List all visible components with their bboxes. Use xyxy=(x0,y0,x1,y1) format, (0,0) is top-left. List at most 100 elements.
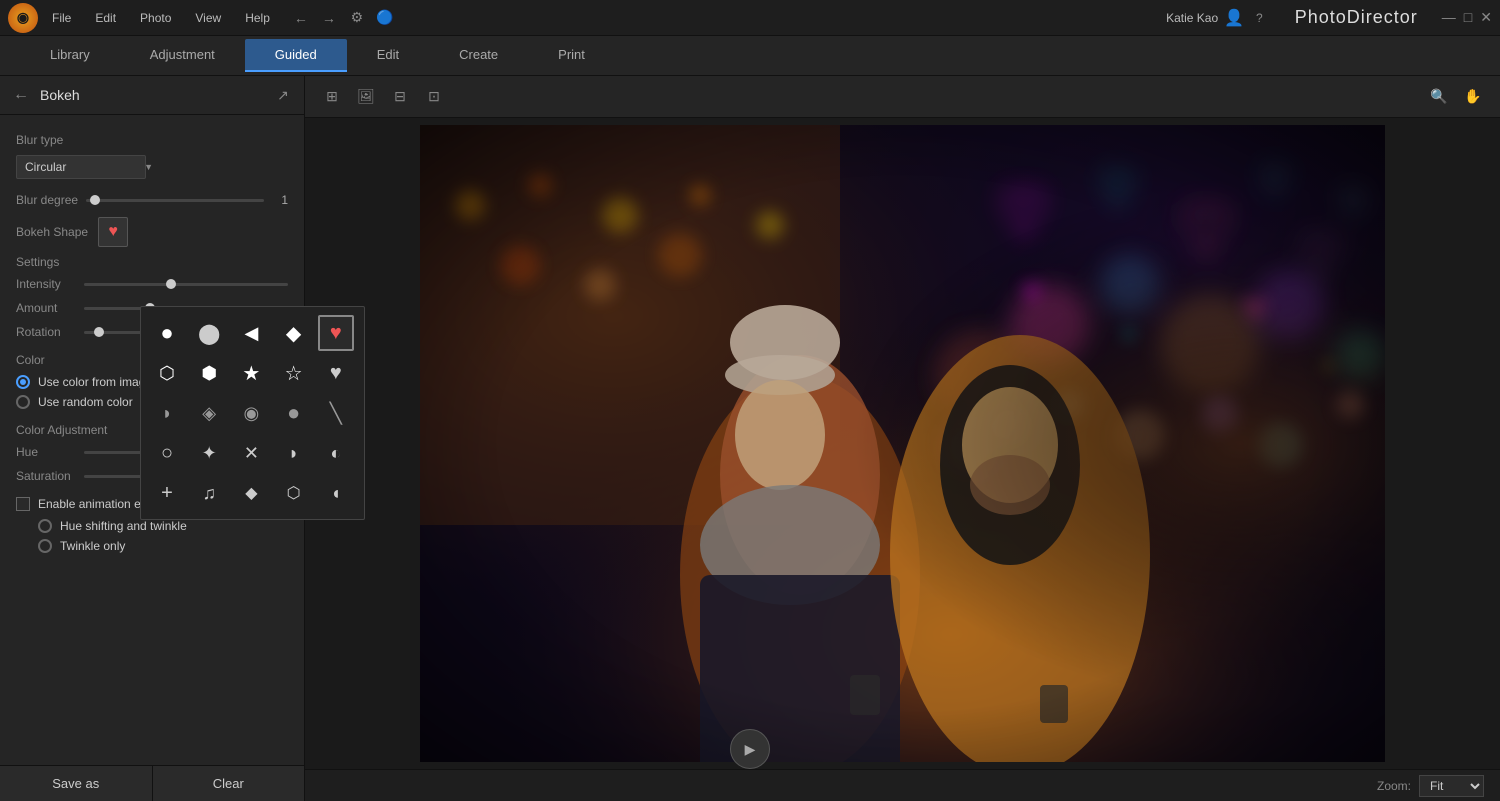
shape-music[interactable]: ♫ xyxy=(191,475,227,511)
menu-file[interactable]: File xyxy=(48,9,75,27)
menu-help[interactable]: Help xyxy=(241,9,274,27)
minimize-button[interactable]: — xyxy=(1442,9,1456,26)
shape-star-filled[interactable]: ★ xyxy=(233,355,269,391)
tab-library[interactable]: Library xyxy=(20,39,120,72)
back-button[interactable]: ← xyxy=(10,84,32,106)
photo-canvas: ♥ ♥ ♥ ♥ ♥ ♥ xyxy=(420,125,1385,762)
use-color-from-image-radio[interactable] xyxy=(16,375,30,389)
intensity-thumb[interactable] xyxy=(166,279,176,289)
app-logo: ◉ xyxy=(8,3,38,33)
bokeh-shape-button[interactable]: ♥ xyxy=(98,217,128,247)
bokeh-svg: ♥ ♥ ♥ ♥ ♥ ♥ xyxy=(420,125,1385,762)
shape-slash[interactable]: ╲ xyxy=(318,395,354,431)
shape-cross[interactable]: ✕ xyxy=(233,435,269,471)
shape-crescent-sm[interactable]: ◖ xyxy=(318,475,354,511)
menu-edit[interactable]: Edit xyxy=(91,9,120,27)
shape-hexagon-outline[interactable]: ⬡ xyxy=(149,355,185,391)
rotation-thumb[interactable] xyxy=(94,327,104,337)
shape-hexagon-sm[interactable]: ⬡ xyxy=(276,475,312,511)
shape-circle-filled[interactable]: ● xyxy=(149,315,185,351)
tab-guided[interactable]: Guided xyxy=(245,39,347,72)
use-random-color-label: Use random color xyxy=(38,395,133,409)
shape-ball-gray[interactable]: ● xyxy=(276,395,312,431)
menu-bar: File Edit Photo View Help xyxy=(48,9,274,27)
settings-icon[interactable]: ⚙ xyxy=(346,7,368,29)
blur-type-select[interactable]: Circular Linear Radial xyxy=(16,155,146,179)
search-tool[interactable]: 🔍 xyxy=(1424,82,1454,112)
save-as-button[interactable]: Save as xyxy=(0,766,153,801)
navbar: Library Adjustment Guided Edit Create Pr… xyxy=(0,36,1500,76)
shape-crescent[interactable]: ◐ xyxy=(318,435,354,471)
bokeh-shape-popup: ● ⬤ ◀ ◆ ♥ ⬡ ⬢ ★ ☆ ♥ ◗ ◈ ◉ ● ╲ ○ ✦ ✕ xyxy=(140,306,365,520)
shape-sparkle[interactable]: ✦ xyxy=(191,435,227,471)
blur-degree-slider[interactable] xyxy=(86,199,264,202)
shape-circle-large[interactable]: ⬤ xyxy=(191,315,227,351)
tab-adjustment[interactable]: Adjustment xyxy=(120,39,245,72)
shape-triangle[interactable]: ◀ xyxy=(233,315,269,351)
image-view-tool[interactable]: 🖼 xyxy=(351,82,381,112)
titlebar-right: Katie Kao 👤 ? PhotoDirector — □ ✕ xyxy=(1166,7,1492,28)
grid-view-tool[interactable]: ⊟ xyxy=(385,82,415,112)
menu-photo[interactable]: Photo xyxy=(136,9,175,27)
shape-hexagon-filled[interactable]: ⬢ xyxy=(191,355,227,391)
main-layout: ← Bokeh ↗ Blur type Circular Linear Radi… xyxy=(0,76,1500,801)
amount-label: Amount xyxy=(16,301,76,315)
blur-degree-thumb[interactable] xyxy=(90,195,100,205)
redo-button[interactable]: → xyxy=(318,7,340,29)
shape-star-outline[interactable]: ☆ xyxy=(276,355,312,391)
twinkle-radio[interactable] xyxy=(38,539,52,553)
shape-half-circle-gray[interactable]: ◗ xyxy=(149,395,185,431)
use-color-from-image-label: Use color from image xyxy=(38,375,152,389)
hue-shifting-row: Hue shifting and twinkle xyxy=(38,519,288,533)
user-info: Katie Kao 👤 xyxy=(1166,8,1244,28)
titlebar: ◉ File Edit Photo View Help ← → ⚙ 🔵 Kati… xyxy=(0,0,1500,36)
animation-checkbox[interactable] xyxy=(16,497,30,511)
user-name: Katie Kao xyxy=(1166,11,1218,25)
saturation-label: Saturation xyxy=(16,469,76,483)
hand-tool[interactable]: ✋ xyxy=(1458,82,1488,112)
undo-button[interactable]: ← xyxy=(290,7,312,29)
compare-view-tool[interactable]: ⊡ xyxy=(419,82,449,112)
hue-label: Hue xyxy=(16,445,76,459)
content-area: ⊞ 🖼 ⊟ ⊡ 🔍 ✋ xyxy=(305,76,1500,801)
bokeh-shape-label: Bokeh Shape xyxy=(16,225,88,239)
notification-icon[interactable]: 🔵 xyxy=(374,7,396,29)
clear-button[interactable]: Clear xyxy=(153,766,305,801)
shape-heart-selected[interactable]: ♥ xyxy=(318,315,354,351)
shape-diamond-small[interactable]: ◆ xyxy=(233,475,269,511)
shape-circle-dot-gray[interactable]: ◉ xyxy=(233,395,269,431)
hue-shifting-label: Hue shifting and twinkle xyxy=(60,519,187,533)
shape-heart-filled[interactable]: ♥ xyxy=(318,355,354,391)
settings-label: Settings xyxy=(16,255,288,269)
zoom-label: Zoom: xyxy=(1377,779,1411,793)
maximize-button[interactable]: □ xyxy=(1464,9,1472,26)
export-button[interactable]: ↗ xyxy=(272,84,294,106)
close-button[interactable]: ✕ xyxy=(1480,9,1492,26)
play-button[interactable]: ▶ xyxy=(730,729,770,769)
shape-shield[interactable]: ◗ xyxy=(276,435,312,471)
user-avatar-icon: 👤 xyxy=(1224,8,1244,28)
tab-edit[interactable]: Edit xyxy=(347,39,429,72)
shape-plus[interactable]: + xyxy=(149,475,185,511)
tab-create[interactable]: Create xyxy=(429,39,528,72)
sidebar-header: ← Bokeh ↗ xyxy=(0,76,304,115)
app-title: PhotoDirector xyxy=(1295,7,1418,28)
intensity-label: Intensity xyxy=(16,277,76,291)
help-icon[interactable]: ? xyxy=(1256,11,1263,25)
intensity-slider[interactable] xyxy=(84,283,288,286)
hue-shifting-radio[interactable] xyxy=(38,519,52,533)
menu-view[interactable]: View xyxy=(191,9,225,27)
tab-print[interactable]: Print xyxy=(528,39,615,72)
twinkle-row: Twinkle only xyxy=(38,539,288,553)
use-random-color-radio[interactable] xyxy=(16,395,30,409)
content-toolbar: ⊞ 🖼 ⊟ ⊡ 🔍 ✋ xyxy=(305,76,1500,118)
shape-diamond[interactable]: ◆ xyxy=(276,315,312,351)
zoom-select[interactable]: Fit 25% 50% 75% 100% xyxy=(1419,775,1484,797)
shape-arrow-gray[interactable]: ◈ xyxy=(191,395,227,431)
shape-circle-empty[interactable]: ○ xyxy=(149,435,185,471)
intensity-row: Intensity xyxy=(16,277,288,291)
blur-type-select-wrapper[interactable]: Circular Linear Radial xyxy=(16,155,161,179)
bottom-bar: ▶ Zoom: Fit 25% 50% 75% 100% xyxy=(305,769,1500,801)
toolbar-right: 🔍 ✋ xyxy=(1424,82,1488,112)
single-image-tool[interactable]: ⊞ xyxy=(317,82,347,112)
